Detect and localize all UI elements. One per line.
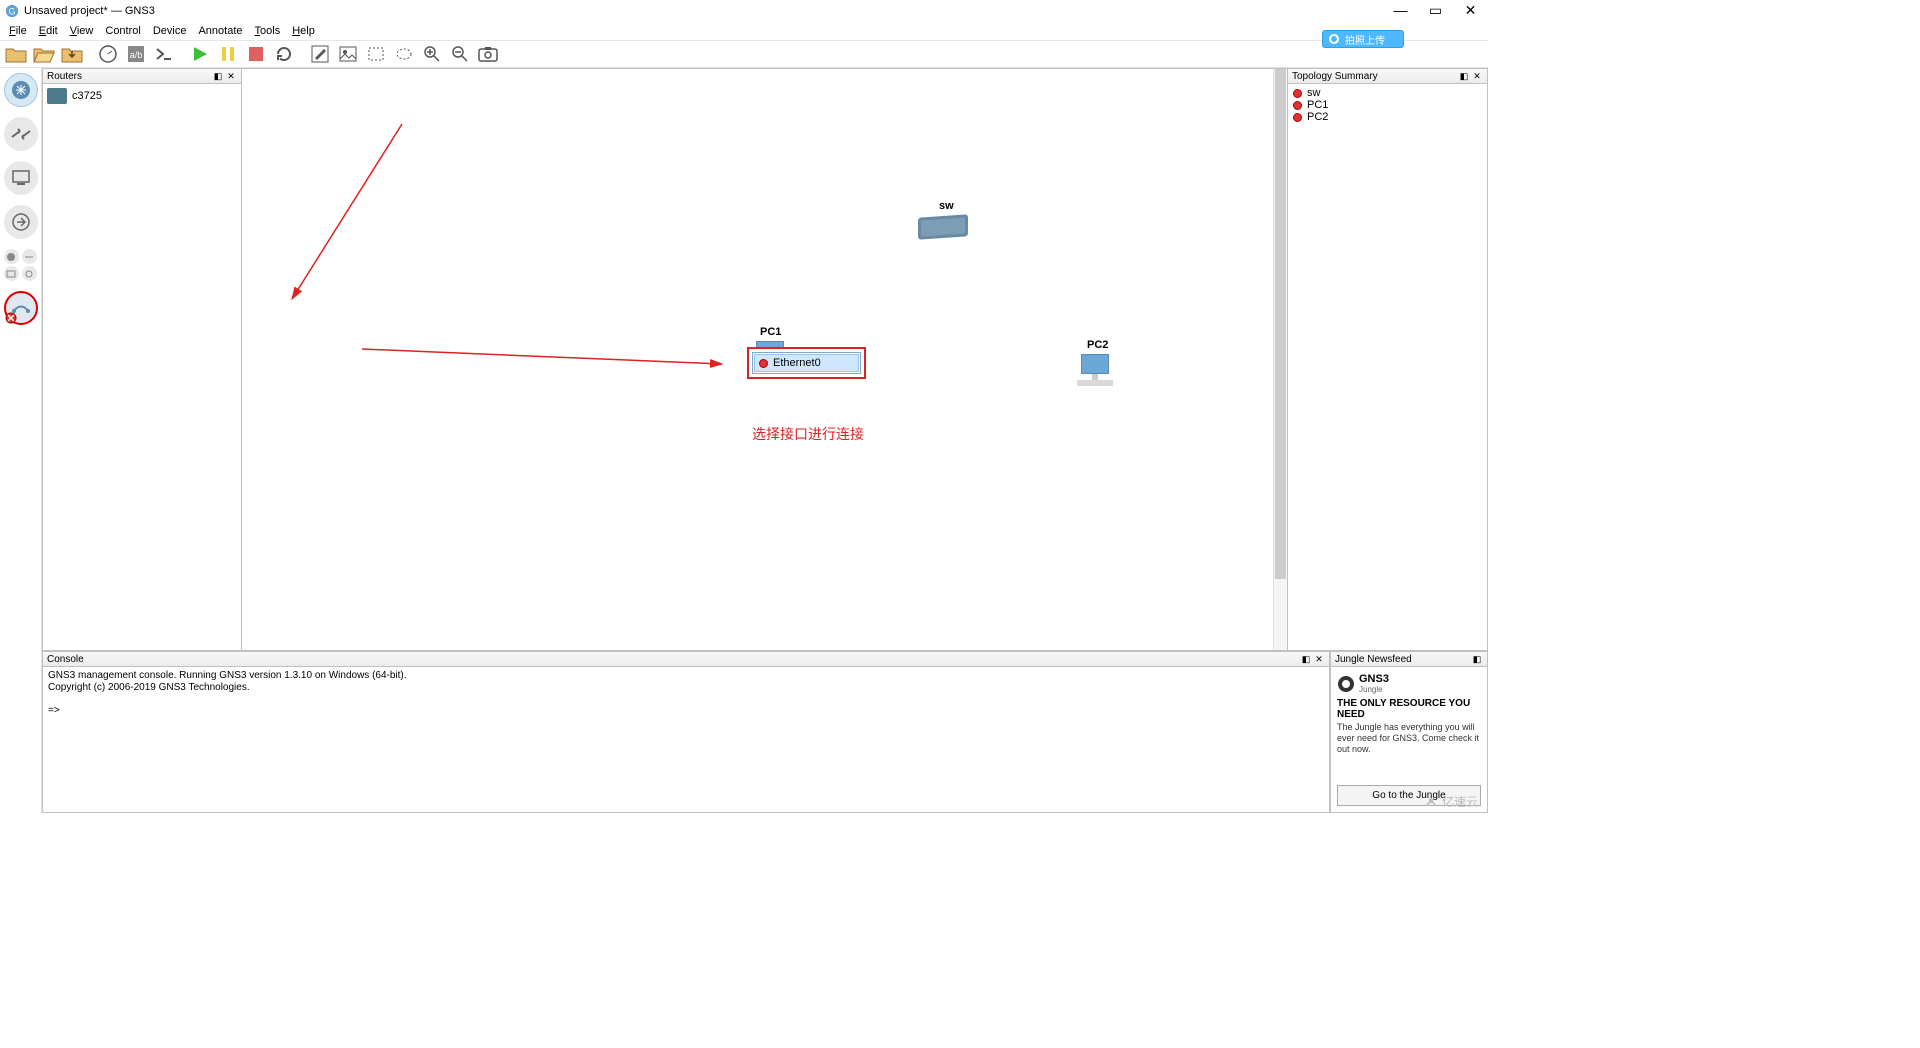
newsfeed-panel: Jungle Newsfeed ◧ GNS3 Jungle THE ONLY R… [1330,651,1488,813]
maximize-button[interactable]: ▭ [1418,0,1453,20]
device-switch[interactable] [918,216,968,238]
summary-item[interactable]: PC2 [1291,111,1484,123]
menu-edit[interactable]: Edit [33,23,64,39]
menu-annotate[interactable]: Annotate [192,23,248,39]
topology-summary-header: Topology Summary ◧ ✕ [1288,69,1487,84]
console-header: Console ◧ ✕ [43,652,1329,667]
newsfeed-brand: GNS3 [1359,673,1389,685]
newsfeed-brand-sub: Jungle [1359,685,1389,694]
gns3-logo-icon [1337,675,1355,693]
interface-menu-item[interactable]: Ethernet0 [754,354,859,372]
rail-switches-icon[interactable] [4,117,38,151]
device-label-pc2: PC2 [1087,339,1108,351]
console-panel: Console ◧ ✕ GNS3 management console. Run… [42,651,1330,813]
menu-device[interactable]: Device [147,23,193,39]
close-button[interactable]: ✕ [1453,0,1488,20]
device-pc2[interactable] [1077,354,1113,386]
panel-close-icon[interactable]: ✕ [1313,653,1325,665]
menu-view[interactable]: View [64,23,100,39]
add-note-icon[interactable] [307,41,333,67]
show-hide-icon[interactable]: a/b [123,41,149,67]
interface-context-menu: Ethernet0 [747,347,866,379]
svg-text:a/b: a/b [130,50,143,60]
watermark: 亿速云 [1423,793,1478,810]
rail-all-devices-icon[interactable] [4,249,38,281]
console-title: Console [47,654,84,665]
zoom-in-icon[interactable] [419,41,445,67]
pause-all-icon[interactable] [215,41,241,67]
snapshot-icon[interactable] [95,41,121,67]
interface-menu-label: Ethernet0 [773,357,821,369]
routers-panel-header: Routers ◧ ✕ [43,69,241,84]
router-item[interactable]: c3725 [46,87,238,105]
annotation-arrows [242,69,1262,609]
summary-item[interactable]: PC1 [1291,99,1484,111]
summary-item-label: PC2 [1307,111,1328,123]
zoom-out-icon[interactable] [447,41,473,67]
device-label-pc1: PC1 [760,326,781,338]
newsfeed-text: The Jungle has everything you will ever … [1337,722,1481,754]
stop-all-icon[interactable] [243,41,269,67]
rail-security-icon[interactable] [4,205,38,239]
new-project-icon[interactable] [3,41,29,67]
device-label-sw: sw [939,200,954,212]
status-dot-icon [1293,113,1302,122]
summary-item[interactable]: sw [1291,87,1484,99]
annotation-text: 选择接口进行连接 [752,424,864,444]
menu-help[interactable]: Help [286,23,321,39]
summary-item-label: sw [1307,87,1320,99]
status-dot-icon [1293,101,1302,110]
upload-button[interactable]: 拍照上传 [1322,30,1404,48]
menu-file[interactable]: File [3,23,33,39]
panel-undock-icon[interactable]: ◧ [1471,653,1483,665]
rail-add-link-icon[interactable] [4,291,38,325]
rail-end-devices-icon[interactable] [4,161,38,195]
bottom-dock: Console ◧ ✕ GNS3 management console. Run… [42,650,1488,813]
minimize-button[interactable]: — [1383,0,1418,20]
open-project-icon[interactable] [31,41,57,67]
routers-panel-title: Routers [47,71,82,82]
rail-routers-icon[interactable] [4,73,38,107]
screenshot-icon[interactable] [475,41,501,67]
router-item-label: c3725 [72,90,102,102]
newsfeed-title: Jungle Newsfeed [1335,654,1412,665]
insert-picture-icon[interactable] [335,41,361,67]
title-bar: G Unsaved project* — GNS3 [0,0,1488,22]
topology-summary-title: Topology Summary [1292,71,1378,82]
draw-ellipse-icon[interactable] [391,41,417,67]
window-title: Unsaved project* — GNS3 [24,5,1483,17]
menu-control[interactable]: Control [99,23,146,39]
status-dot-icon [759,359,768,368]
draw-rectangle-icon[interactable] [363,41,389,67]
start-all-icon[interactable] [187,41,213,67]
app-icon: G [5,4,19,18]
newsfeed-headline: THE ONLY RESOURCE YOU NEED [1337,698,1481,720]
status-dot-icon [1293,89,1302,98]
menu-tools[interactable]: Tools [249,23,287,39]
device-rail [0,68,42,813]
save-project-icon[interactable] [59,41,85,67]
window-controls: — ▭ ✕ [1383,0,1488,20]
panel-close-icon[interactable]: ✕ [1471,70,1483,82]
console-all-icon[interactable] [151,41,177,67]
upload-button-label: 拍照上传 [1345,32,1385,47]
summary-item-label: PC1 [1307,99,1328,111]
svg-text:G: G [9,7,16,17]
reload-all-icon[interactable] [271,41,297,67]
panel-undock-icon[interactable]: ◧ [1458,70,1470,82]
newsfeed-header: Jungle Newsfeed ◧ [1331,652,1487,667]
panel-undock-icon[interactable]: ◧ [1300,653,1312,665]
panel-undock-icon[interactable]: ◧ [212,70,224,82]
menu-bar: File Edit View Control Device Annotate T… [0,22,1488,40]
newsfeed-body: GNS3 Jungle THE ONLY RESOURCE YOU NEED T… [1331,667,1487,812]
main-toolbar: a/b [0,40,1488,68]
router-icon [47,88,67,104]
panel-close-icon[interactable]: ✕ [225,70,237,82]
console-output[interactable]: GNS3 management console. Running GNS3 ve… [43,667,1329,812]
